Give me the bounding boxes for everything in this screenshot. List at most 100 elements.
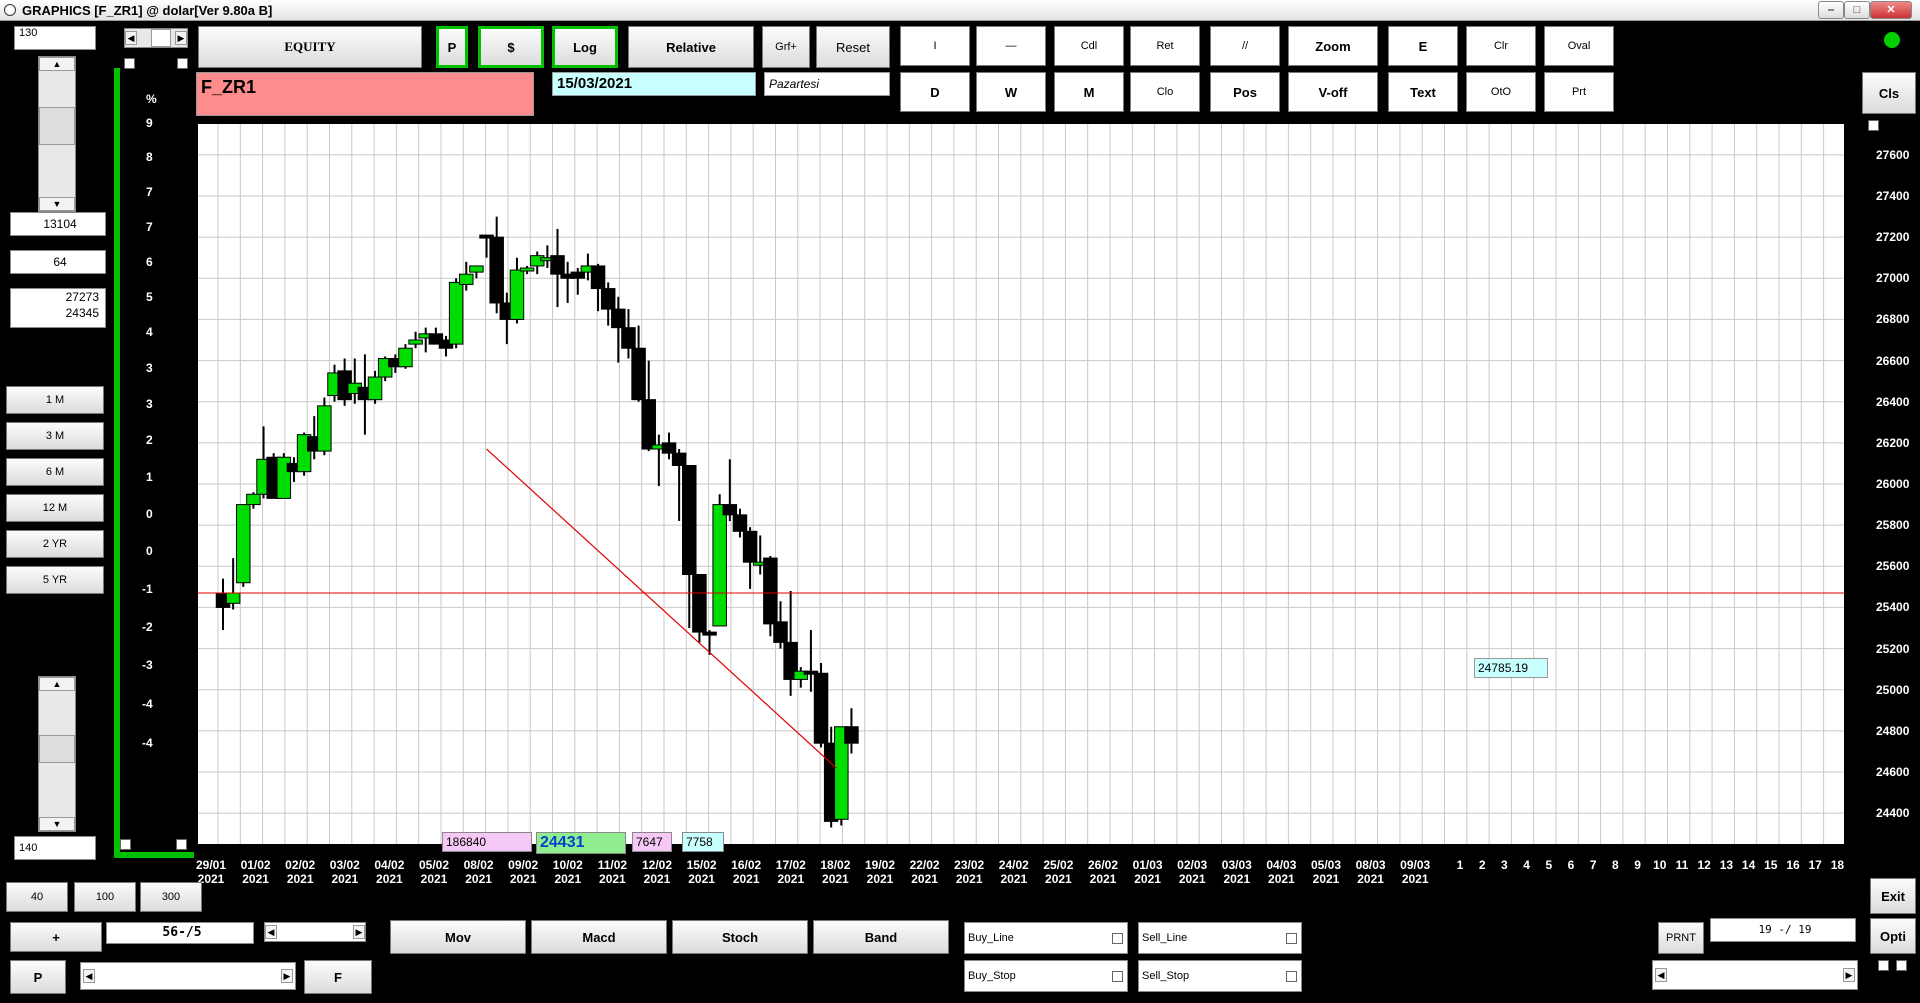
info-box-3: 7647 [632, 832, 672, 852]
x-tick-date: 01/02 [240, 858, 271, 872]
x-tick-year: 2021 [376, 872, 403, 886]
page-field[interactable]: 19 -/ 19 [1710, 918, 1856, 942]
x-tick: 10/02 2021 [548, 858, 588, 886]
x-tick: 18/02 2021 [815, 858, 855, 886]
scroll-left-icon[interactable]: ◀ [1655, 968, 1667, 982]
print-button[interactable]: PRNT [1658, 922, 1704, 954]
exit-button[interactable]: Exit [1870, 878, 1916, 914]
b100-button[interactable]: 100 [74, 882, 136, 912]
scroll-left-icon[interactable]: ◀ [265, 925, 277, 939]
x-tick-year: 2021 [1223, 872, 1251, 886]
indicator-button-stoch[interactable]: Stoch [672, 920, 808, 954]
y-left-tick: 3 [146, 361, 153, 375]
candle-up [408, 339, 423, 345]
opti-button[interactable]: Opti [1870, 918, 1916, 954]
candle-down [489, 236, 504, 304]
sell-stop-option[interactable]: Sell_Stop [1138, 960, 1302, 992]
candle-down [621, 327, 636, 349]
y-left-tick: 5 [146, 290, 153, 304]
candle-down [682, 464, 697, 576]
candle-down [742, 530, 758, 563]
x-tick-year: 2021 [911, 872, 938, 886]
x-tick-year: 2021 [1178, 872, 1206, 886]
scroll-left-icon[interactable]: ◀ [83, 969, 95, 983]
y-right-tick: 27400 [1876, 189, 1910, 203]
indicator-button-band[interactable]: Band [813, 920, 949, 954]
x-tick-year: 2021 [420, 872, 448, 886]
x-tick-year: 2021 [732, 872, 760, 886]
scroll-right-icon[interactable]: ▶ [1843, 968, 1855, 982]
x-tick-date: 01/03 [1132, 858, 1163, 872]
candle-down [722, 504, 738, 516]
info-box-2: 24431 [536, 832, 626, 854]
x-tick-date: 02/02 [285, 858, 316, 872]
sell-stop-checkbox[interactable] [1286, 971, 1297, 982]
candle-up [519, 267, 535, 272]
y-left-tick: 8 [146, 150, 153, 164]
x-tick-date: 15/02 [686, 858, 717, 872]
x-tick-date: 18 [1830, 858, 1845, 872]
x-tick: 23/02 2021 [949, 858, 989, 886]
y-right-tick: 26000 [1876, 477, 1910, 491]
x-tick-date: 25/02 [1043, 858, 1074, 872]
chart-corner-checkbox[interactable] [1868, 120, 1879, 131]
x-tick-year: 2021 [509, 872, 537, 886]
x-tick-date: 22/02 [909, 858, 940, 872]
x-tick-year: 2021 [955, 872, 983, 886]
y-right-tick: 25800 [1876, 518, 1910, 533]
x-tick-date: 08/03 [1355, 858, 1386, 872]
x-tick: 18 [1817, 858, 1857, 872]
buy-stop-option[interactable]: Buy_Stop [964, 960, 1128, 992]
x-tick: 09/03 2021 [1395, 858, 1435, 886]
y-left-tick: -2 [142, 620, 153, 634]
candle-up [246, 493, 261, 506]
x-tick-year: 2021 [1045, 872, 1072, 886]
opti-checkbox-2[interactable] [1896, 960, 1907, 971]
b300-button[interactable]: 300 [140, 882, 202, 912]
candle-up [398, 347, 413, 368]
bottom-scrollbar[interactable]: ◀ ▶ [80, 962, 296, 990]
x-tick-date: 29/01 [195, 858, 227, 872]
page-scrollbar[interactable]: ◀ ▶ [1652, 960, 1858, 990]
plus-button[interactable]: + [10, 922, 102, 952]
x-tick-year: 2021 [866, 872, 894, 886]
x-tick-date: 02/03 [1177, 858, 1208, 872]
x-tick-date: 26/02 [1087, 858, 1119, 872]
y-left-tick: 4 [146, 325, 153, 339]
y-left-tick: 2 [146, 433, 153, 447]
candle-down [732, 514, 748, 532]
x-tick-year: 2021 [1357, 872, 1384, 886]
ratio-field[interactable]: 56-/5 [106, 922, 254, 944]
buy-stop-checkbox[interactable] [1112, 971, 1123, 982]
sell-line-option[interactable]: Sell_Line [1138, 922, 1302, 954]
x-tick: 02/02 2021 [280, 858, 320, 886]
y-left-tick: -3 [142, 658, 153, 672]
x-tick-date: 03/02 [329, 858, 360, 872]
buy-line-option[interactable]: Buy_Line [964, 922, 1128, 954]
indicator-button-macd[interactable]: Macd [531, 920, 667, 954]
x-tick: 24/02 2021 [994, 858, 1034, 886]
price-chart[interactable] [0, 0, 1920, 1003]
y-right-tick: 26600 [1876, 353, 1910, 368]
b40-button[interactable]: 40 [6, 882, 68, 912]
y-left-tick: 3 [146, 397, 153, 411]
p-bottom-button[interactable]: P [10, 960, 66, 994]
x-tick: 22/02 2021 [905, 858, 945, 886]
y-right-tick: 25600 [1876, 559, 1910, 574]
f-button[interactable]: F [304, 960, 372, 994]
indicator-button-mov[interactable]: Mov [390, 920, 526, 954]
buy-line-checkbox[interactable] [1112, 933, 1123, 944]
x-tick: 17/02 2021 [771, 858, 811, 886]
candle-down [570, 271, 586, 279]
x-tick: 19/02 2021 [860, 858, 900, 886]
x-tick-date: 12/02 [641, 858, 673, 872]
candle-up [712, 504, 727, 627]
opti-checkbox-1[interactable] [1878, 960, 1889, 971]
scroll-right-icon[interactable]: ▶ [353, 925, 365, 939]
scroll-right-icon[interactable]: ▶ [281, 969, 293, 983]
sell-line-checkbox[interactable] [1286, 933, 1297, 944]
candle-down [844, 726, 859, 744]
x-tick-year: 2021 [1000, 872, 1028, 886]
x-tick-date: 16/02 [731, 858, 762, 872]
ratio-scrollbar[interactable]: ◀ ▶ [264, 922, 366, 942]
